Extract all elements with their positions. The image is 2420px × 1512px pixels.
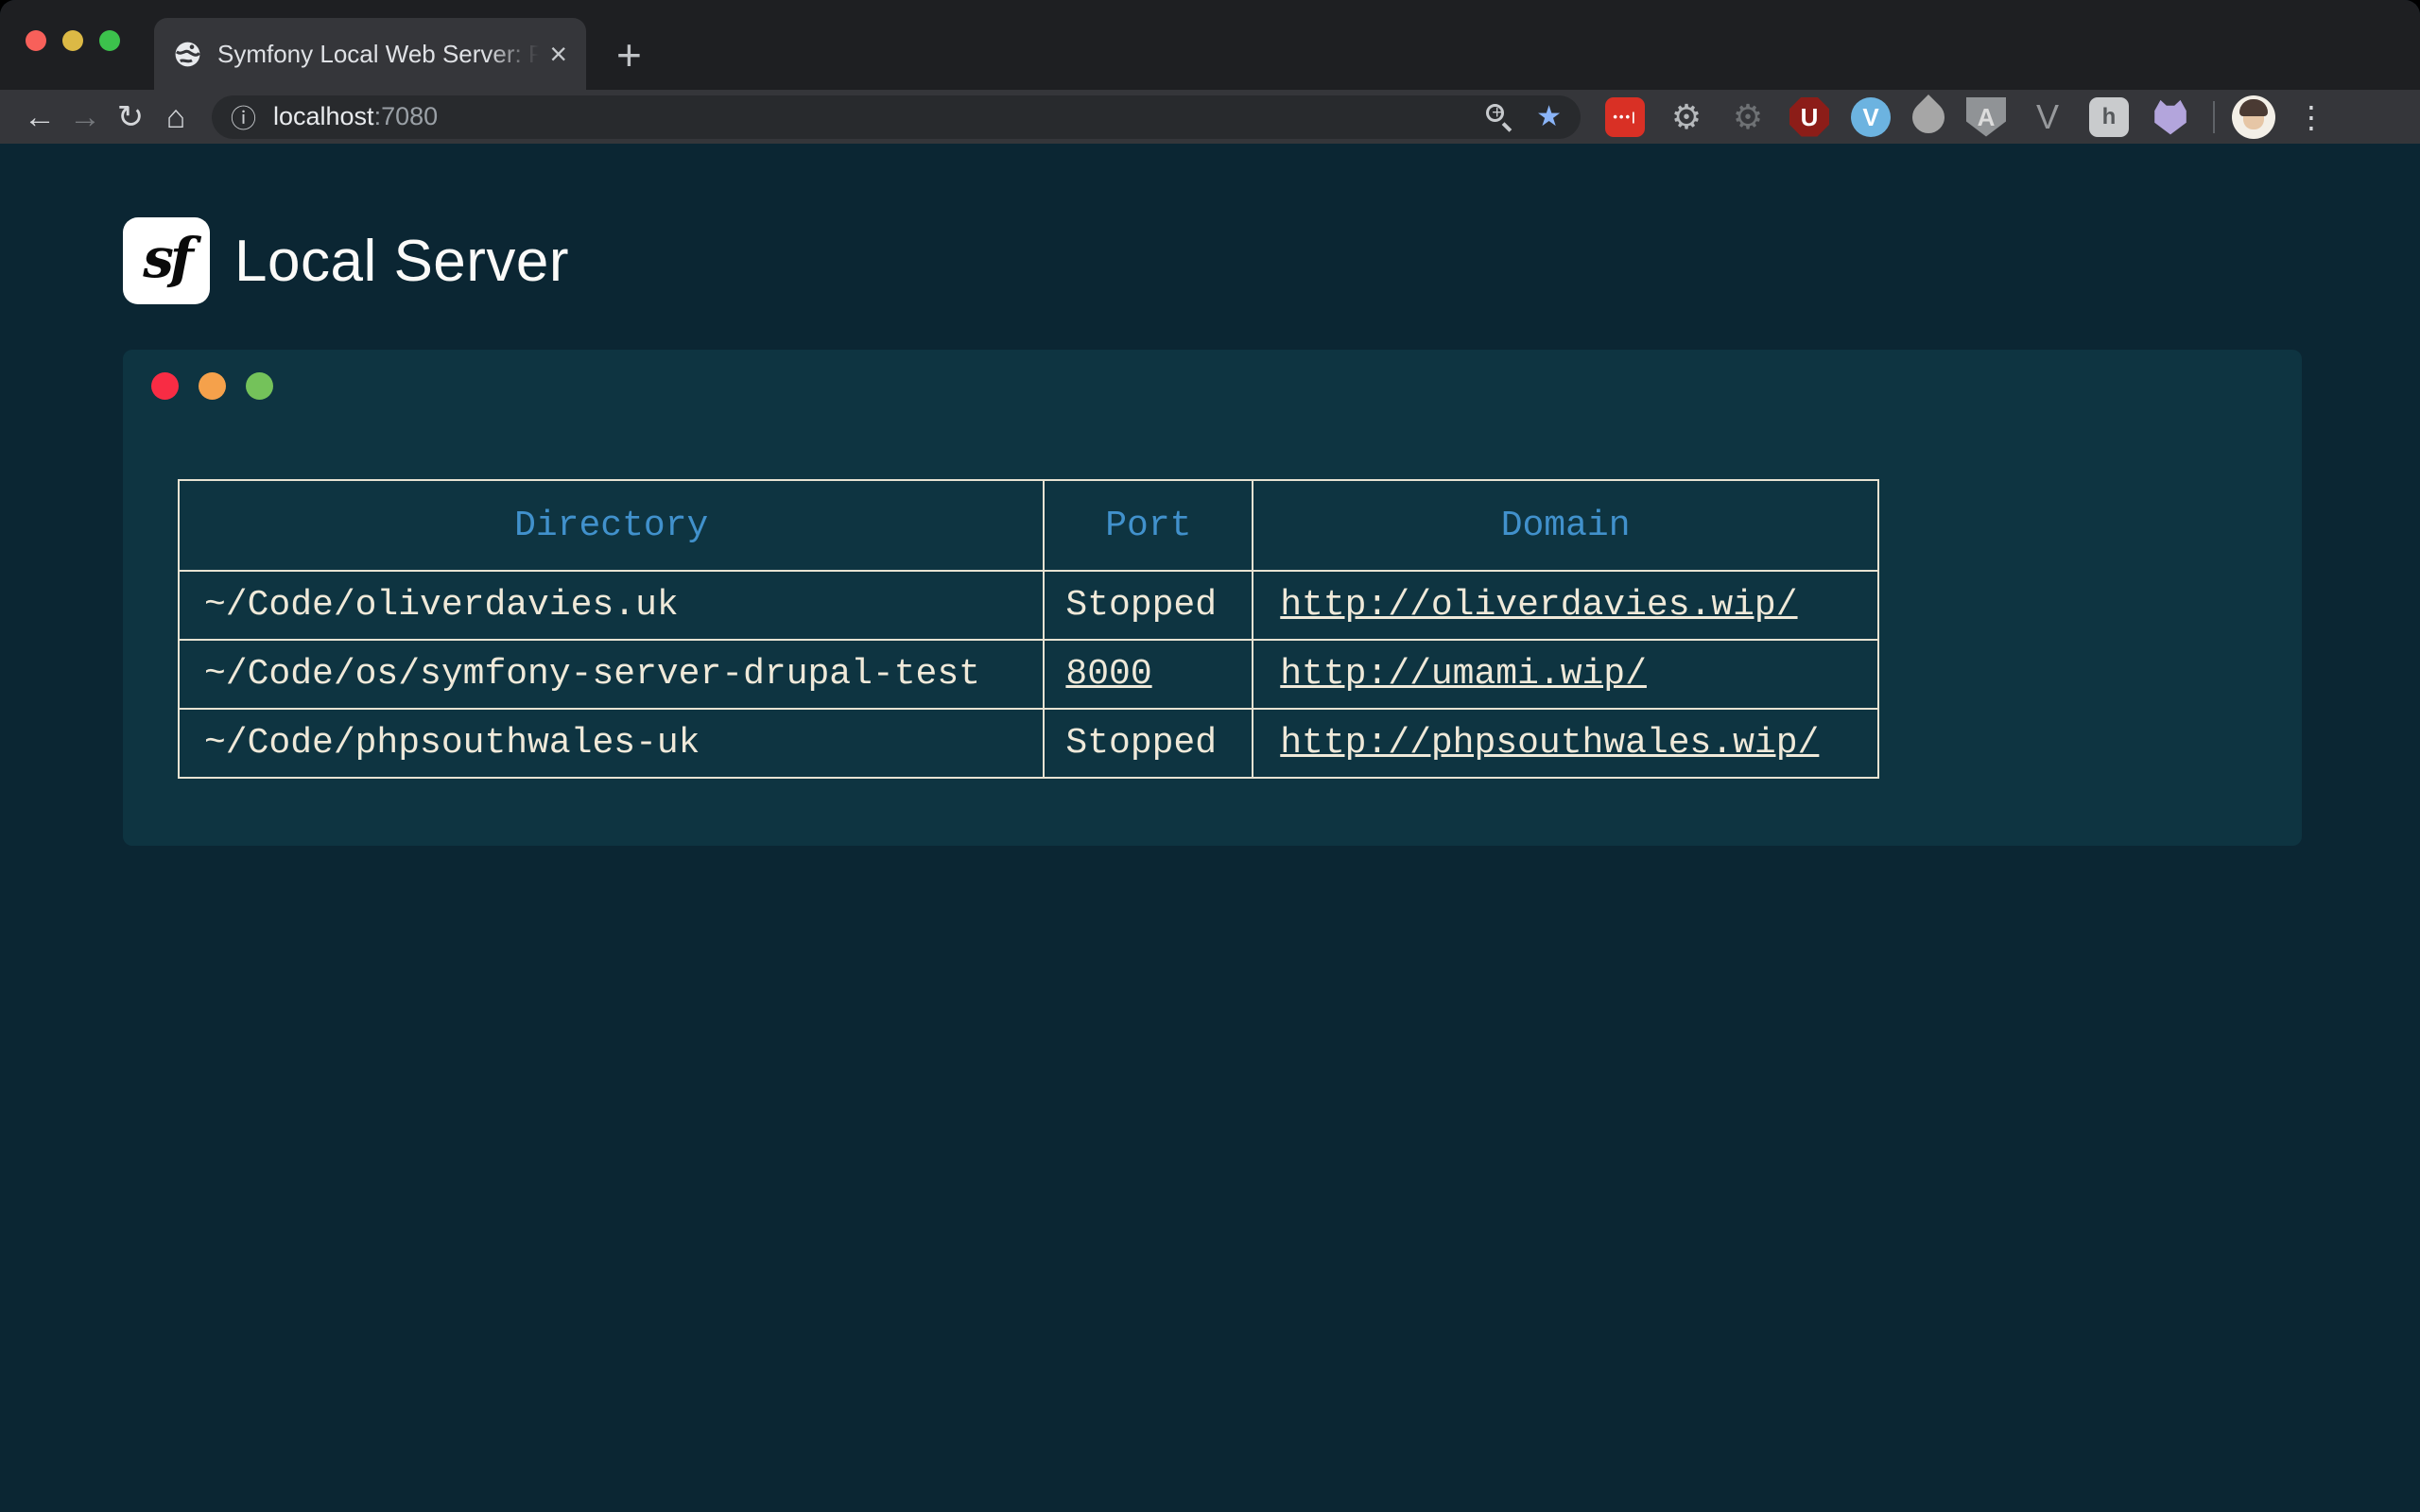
symfony-logo-icon: sf <box>123 217 210 304</box>
column-header-port: Port <box>1044 480 1253 571</box>
drupal-drop-icon[interactable] <box>1906 94 1951 139</box>
forward-icon[interactable]: → <box>62 101 108 133</box>
column-header-domain: Domain <box>1253 480 1878 571</box>
ublock-origin-icon[interactable]: U <box>1789 97 1829 137</box>
v-blue-icon[interactable]: V <box>1851 97 1891 137</box>
domain-link[interactable]: http://umami.wip/ <box>1280 654 1647 695</box>
page-content: sf Local Server Directory Port Domain <box>0 144 2420 1512</box>
url-text[interactable]: localhost:7080 <box>273 102 438 131</box>
terminal-orange-dot <box>199 372 226 400</box>
column-header-directory: Directory <box>179 480 1044 571</box>
table-row: ~/Code/os/symfony-server-drupal-test 800… <box>179 640 1878 709</box>
zoom-window-button[interactable] <box>99 30 120 51</box>
browser-toolbar: ← → ↻ ⌂ ⓘ localhost:7080 + ★ •••|⚙⚙UVAVh… <box>0 90 2420 144</box>
directory-cell: ~/Code/oliverdavies.uk <box>179 571 1044 640</box>
brand-header: sf Local Server <box>123 217 2302 304</box>
profile-avatar[interactable] <box>2232 95 2275 139</box>
browser-window: Symfony Local Web Server: Prox × + ← → ↻… <box>0 0 2420 1512</box>
table-header-row: Directory Port Domain <box>179 480 1878 571</box>
new-tab-button[interactable]: + <box>616 33 642 77</box>
close-window-button[interactable] <box>26 30 46 51</box>
port-link[interactable]: 8000 <box>1065 654 1151 695</box>
url-port: :7080 <box>374 102 439 130</box>
window-controls <box>26 30 120 51</box>
domain-link[interactable]: http://oliverdavies.wip/ <box>1280 585 1797 626</box>
page-zoom-icon[interactable]: + <box>1485 102 1515 132</box>
page-title: Local Server <box>234 228 569 295</box>
shield-a-icon[interactable]: A <box>1966 97 2006 137</box>
minimize-window-button[interactable] <box>62 30 83 51</box>
terminal-window-dots <box>149 372 2275 400</box>
reload-icon[interactable]: ↻ <box>108 101 153 133</box>
table-row: ~/Code/oliverdavies.uk Stopped http://ol… <box>179 571 1878 640</box>
port-status: Stopped <box>1044 709 1253 778</box>
h-note-icon[interactable]: h <box>2089 97 2129 137</box>
tab-title: Symfony Local Web Server: Prox <box>217 40 545 69</box>
port-status: Stopped <box>1044 571 1253 640</box>
table-row: ~/Code/phpsouthwales-uk Stopped http://p… <box>179 709 1878 778</box>
address-bar[interactable]: ⓘ localhost:7080 + ★ <box>212 95 1581 139</box>
directory-cell: ~/Code/os/symfony-server-drupal-test <box>179 640 1044 709</box>
github-octocat-icon[interactable] <box>2151 97 2190 137</box>
domain-link[interactable]: http://phpsouthwales.wip/ <box>1280 723 1819 764</box>
terminal-green-dot <box>246 372 273 400</box>
directory-cell: ~/Code/phpsouthwales-uk <box>179 709 1044 778</box>
browser-tab[interactable]: Symfony Local Web Server: Prox × <box>154 18 586 90</box>
toolbar-divider <box>2213 101 2215 133</box>
terminal-red-dot <box>151 372 179 400</box>
back-icon[interactable]: ← <box>17 101 62 133</box>
vue-icon[interactable]: V <box>2028 97 2067 137</box>
avatar-hair <box>2239 99 2268 116</box>
terminal-card: Directory Port Domain ~/Code/oliverdavie… <box>123 350 2302 846</box>
site-info-icon[interactable]: ⓘ <box>231 98 256 135</box>
gear-icon[interactable]: ⚙ <box>1667 97 1706 137</box>
tab-strip: Symfony Local Web Server: Prox × + <box>0 0 2420 90</box>
proxy-table: Directory Port Domain ~/Code/oliverdavie… <box>178 479 1879 779</box>
chrome-menu-icon[interactable]: ⋮ <box>2296 99 2326 135</box>
gear-dim-icon[interactable]: ⚙ <box>1728 97 1768 137</box>
password-manager-icon[interactable]: •••| <box>1605 97 1645 137</box>
bookmark-star-icon[interactable]: ★ <box>1536 100 1562 133</box>
globe-favicon-icon <box>173 40 202 69</box>
home-icon[interactable]: ⌂ <box>153 101 199 133</box>
extensions: •••|⚙⚙UVAVh <box>1605 97 2190 137</box>
url-host: localhost <box>273 102 374 130</box>
tab-close-icon[interactable]: × <box>545 39 571 69</box>
